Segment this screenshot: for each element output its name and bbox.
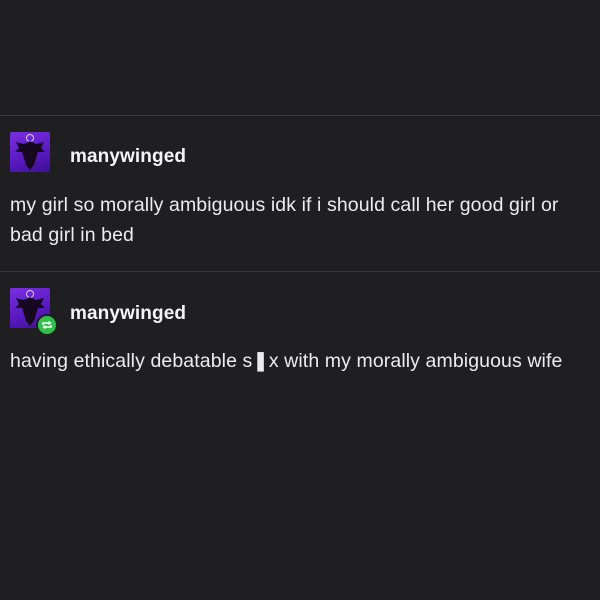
avatar[interactable] [10,288,58,336]
post-username[interactable]: manywinged [70,146,186,168]
winged-figure-avatar-icon [15,134,45,170]
post-text: my girl so morally ambiguous idk if i sh… [10,194,559,246]
reblog-badge [36,314,58,336]
post-username[interactable]: manywinged [70,303,186,325]
post-2: manywinged having ethically debatable s❚… [0,272,600,432]
post-1: manywinged my girl so morally ambiguous … [0,116,600,271]
tumblr-screenshot: manywinged my girl so morally ambiguous … [0,0,600,600]
avatar[interactable] [10,132,50,172]
reblog-icon [42,320,52,330]
post-text: having ethically debatable s❚x with my m… [10,350,563,372]
